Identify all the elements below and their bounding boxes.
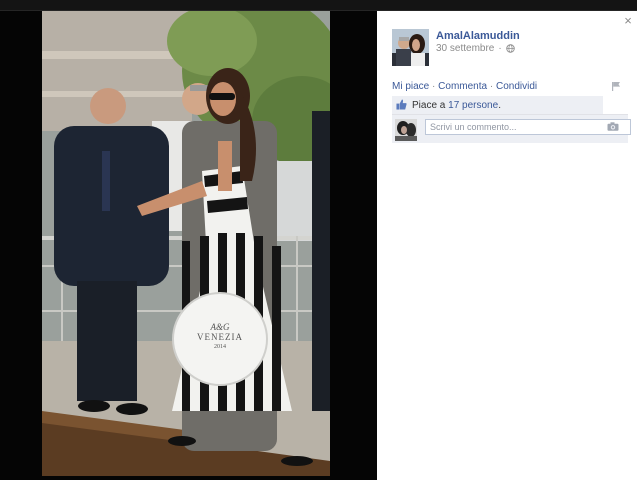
photo-illustration [42, 11, 330, 476]
post-photo[interactable]: A&G VENEZIA 2014 [42, 11, 330, 476]
comment-link[interactable]: Commenta [438, 81, 487, 92]
likes-prefix: Piace a [412, 100, 446, 111]
viewer-avatar-image [395, 119, 417, 141]
hatbox-year: 2014 [214, 344, 226, 350]
author-name-link[interactable]: AmalAlamuddin [436, 30, 520, 42]
avatar-image [392, 29, 429, 66]
viewer-avatar [395, 119, 417, 141]
camera-icon[interactable] [607, 122, 619, 131]
likes-suffix: . [498, 100, 501, 111]
post-date[interactable]: 30 settembre [436, 43, 494, 54]
thumbs-up-icon [396, 99, 407, 110]
comment-composer [392, 114, 631, 143]
author-avatar[interactable] [392, 29, 429, 66]
close-icon[interactable]: × [621, 14, 635, 28]
comment-input[interactable] [425, 119, 631, 135]
hatbox-monogram: A&G [210, 322, 230, 332]
hatbox-venezia: VENEZIA [197, 332, 243, 342]
separator: · [489, 81, 494, 92]
post-actions: Mi piace · Commenta · Condividi [392, 81, 537, 92]
flag-icon[interactable] [611, 81, 621, 91]
post-meta: 30 settembre · [436, 43, 515, 54]
globe-icon[interactable] [505, 44, 515, 53]
separator: · [432, 81, 436, 92]
post-details-panel: × AmalAlamuddin 30 settembre · Mi piace … [377, 11, 637, 480]
like-link[interactable]: Mi piace [392, 81, 429, 92]
viewer-top-bar [0, 0, 637, 11]
share-link[interactable]: Condividi [496, 81, 537, 92]
likes-count-link[interactable]: 17 persone [448, 100, 498, 111]
likes-summary: Piace a 17 persone. [392, 96, 603, 114]
